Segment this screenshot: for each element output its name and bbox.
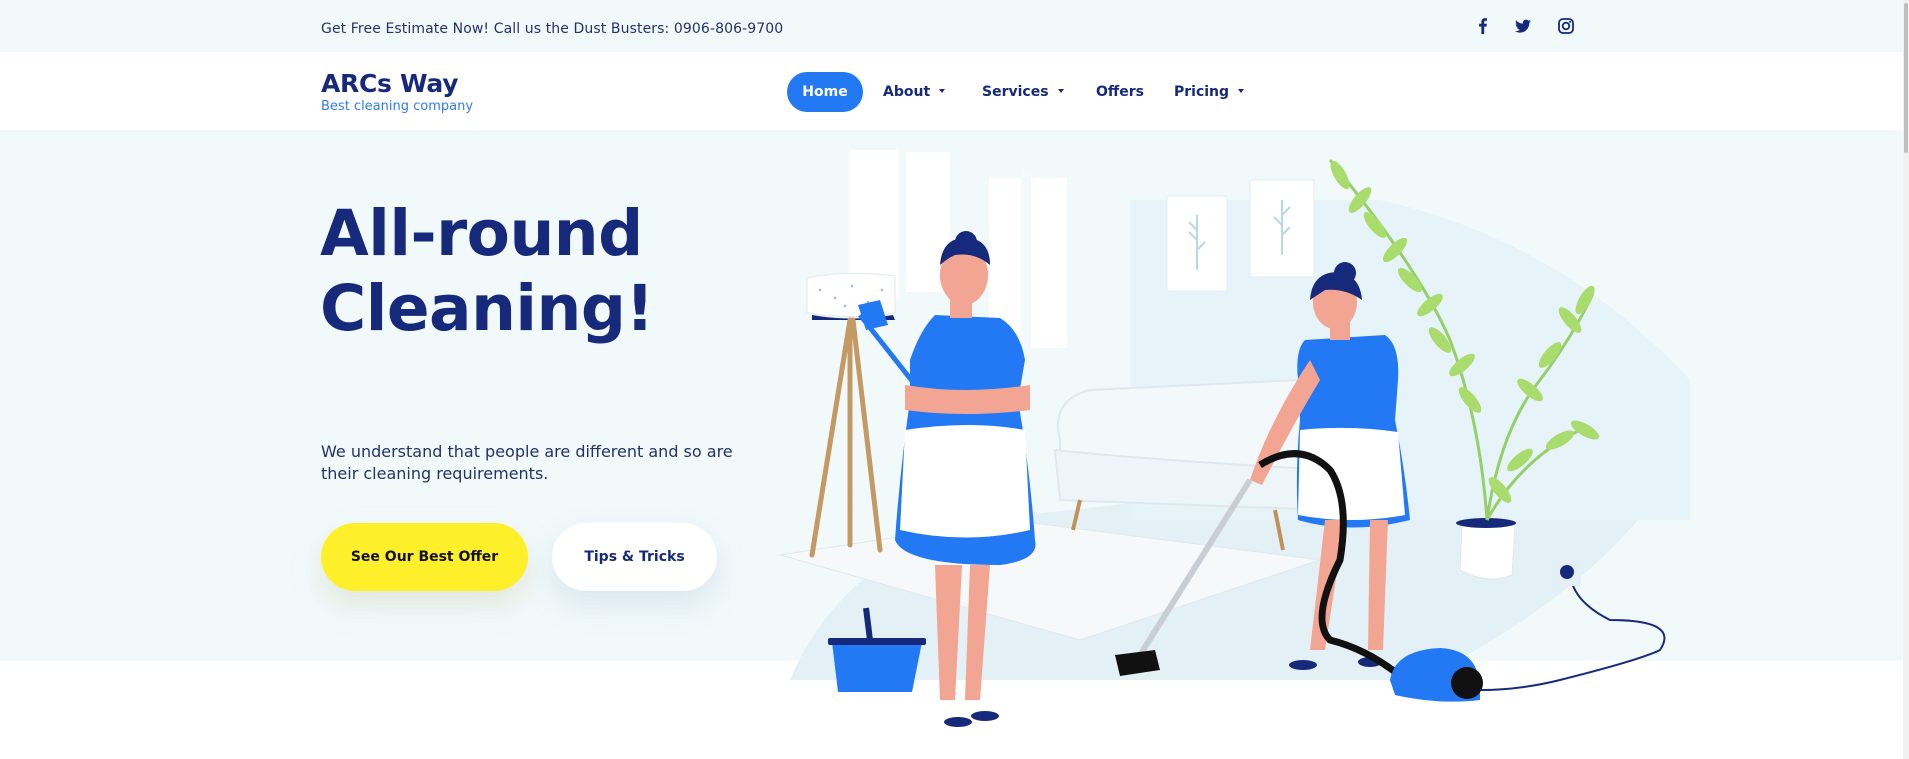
- nav-services-label: Services: [982, 84, 1049, 100]
- caret-down-icon: [939, 89, 946, 93]
- nav-home[interactable]: Home: [787, 72, 863, 112]
- facebook-icon[interactable]: [1473, 16, 1493, 36]
- instagram-icon[interactable]: [1556, 16, 1576, 36]
- nav-offers[interactable]: Offers: [1096, 72, 1144, 112]
- caret-down-icon: [1238, 89, 1245, 93]
- hero-description: We understand that people are different …: [321, 442, 733, 483]
- nav-offers-label: Offers: [1096, 84, 1144, 100]
- top-info-bar: Get Free Estimate Now! Call us the Dust …: [0, 0, 1909, 52]
- hero-title: All-round Cleaning!: [320, 196, 654, 346]
- page-scrollbar[interactable]: [1903, 0, 1909, 759]
- nav-pricing[interactable]: Pricing: [1174, 72, 1245, 112]
- tips-tricks-button[interactable]: Tips & Tricks: [552, 523, 717, 591]
- cleaning-illustration: [779, 150, 1690, 727]
- hero-title-line1: All-round: [320, 197, 643, 270]
- main-navbar: ARCs Way Best cleaning company Home Abou…: [0, 52, 1909, 130]
- brand-tagline: Best cleaning company: [321, 99, 474, 114]
- nav-pricing-label: Pricing: [1174, 84, 1230, 100]
- nav-home-label: Home: [802, 84, 848, 100]
- scrollbar-thumb[interactable]: [1904, 3, 1908, 153]
- hero-title-line2: Cleaning!: [320, 272, 654, 345]
- brand-logo-name[interactable]: ARCs Way: [321, 69, 459, 98]
- contact-text: Get Free Estimate Now! Call us the Dust …: [321, 21, 784, 37]
- caret-down-icon: [1057, 89, 1064, 93]
- nav-services[interactable]: Services: [982, 72, 1064, 112]
- see-best-offer-button[interactable]: See Our Best Offer: [321, 523, 528, 591]
- nav-about-label: About: [883, 84, 931, 100]
- nav-about[interactable]: About: [883, 72, 946, 112]
- twitter-icon[interactable]: [1513, 16, 1533, 36]
